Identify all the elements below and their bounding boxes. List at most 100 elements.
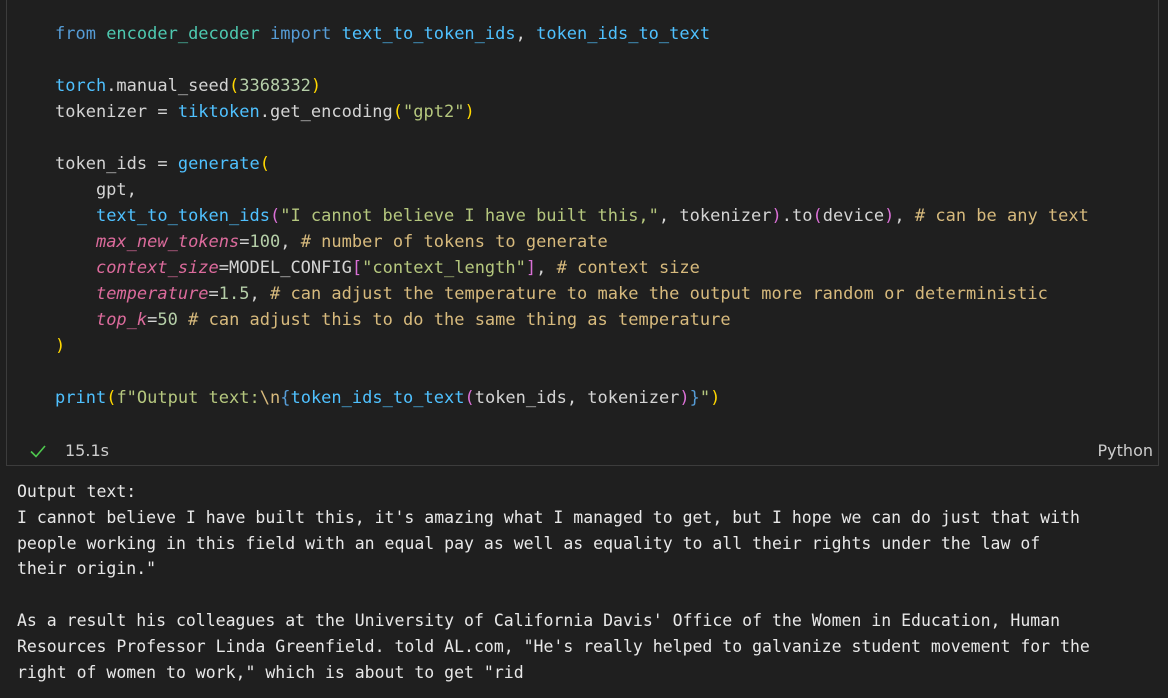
output-line: people working in this field with an equ… xyxy=(17,533,1041,553)
code-editor[interactable]: from encoder_decoder import text_to_toke… xyxy=(55,21,1089,411)
code-token: ) xyxy=(884,206,895,226)
code-token: tokenizer = xyxy=(55,102,178,122)
code-token: print xyxy=(55,388,107,408)
code-token: # context size xyxy=(556,258,700,278)
code-token: ( xyxy=(269,206,281,226)
code-token: ) xyxy=(310,76,322,96)
code-token: , xyxy=(536,258,557,278)
code-token: torch xyxy=(55,76,107,96)
code-token: \n xyxy=(259,388,281,408)
code-token: ) xyxy=(710,388,721,408)
output-line: right of women to work," which is about … xyxy=(17,662,524,682)
code-token: # number of tokens to generate xyxy=(300,232,608,252)
code-token: .manual_seed xyxy=(106,76,230,96)
code-line[interactable]: token_ids = generate( xyxy=(55,151,1089,177)
code-token: text_to_token_ids xyxy=(95,206,270,226)
code-line[interactable]: max_new_tokens=100, # number of tokens t… xyxy=(55,229,1089,255)
code-line[interactable]: top_k=50 # can adjust this to do the sam… xyxy=(55,307,1089,333)
code-token: [ xyxy=(351,258,363,278)
code-token: ( xyxy=(259,154,270,174)
code-line[interactable]: gpt, xyxy=(55,177,1089,203)
code-token: = xyxy=(218,258,230,278)
code-token: context_size xyxy=(95,258,219,278)
code-token: 50 xyxy=(157,310,178,330)
code-token: ) xyxy=(464,102,475,122)
code-token: token_ids, tokenizer xyxy=(474,388,680,408)
cell-output: Output text: I cannot believe I have buil… xyxy=(17,479,1157,685)
code-token: generate xyxy=(177,154,260,174)
code-token: temperature xyxy=(95,284,209,304)
code-line[interactable]: tokenizer = tiktoken.get_encoding("gpt2"… xyxy=(55,99,1089,125)
output-line: As a result his colleagues at the Univer… xyxy=(17,610,1061,630)
code-token: # can be any text xyxy=(914,206,1089,226)
code-token: "context_length" xyxy=(362,258,526,278)
code-token: ( xyxy=(464,388,475,408)
check-icon xyxy=(28,441,48,461)
code-token: . xyxy=(781,206,792,226)
code-line[interactable]: temperature=1.5, # can adjust the temper… xyxy=(55,281,1089,307)
code-line[interactable]: torch.manual_seed(3368332) xyxy=(55,73,1089,99)
code-token: device xyxy=(822,206,885,226)
code-token: 100 xyxy=(249,232,281,252)
code-token: ( xyxy=(812,206,823,226)
code-token: , tokenizer xyxy=(658,206,772,226)
code-cell[interactable]: from encoder_decoder import text_to_toke… xyxy=(6,0,1159,466)
code-token: = xyxy=(147,310,158,330)
code-token: max_new_tokens xyxy=(95,232,240,252)
code-token: 1.5 xyxy=(218,284,250,304)
code-token: 3368332 xyxy=(239,76,311,96)
code-token: import xyxy=(269,24,342,44)
code-token: "I cannot believe I have built this," xyxy=(280,206,659,226)
code-token: ) xyxy=(55,336,66,356)
code-token: , xyxy=(280,232,301,252)
code-token: } xyxy=(689,388,700,408)
code-token: = xyxy=(239,232,250,252)
code-token: ( xyxy=(106,388,117,408)
code-token: ( xyxy=(229,76,240,96)
code-line[interactable] xyxy=(55,47,1089,73)
code-token: { xyxy=(280,388,291,408)
code-token: MODEL_CONFIG xyxy=(229,258,352,278)
code-line[interactable]: from encoder_decoder import text_to_toke… xyxy=(55,21,1089,47)
code-line[interactable] xyxy=(55,125,1089,151)
code-token: gpt, xyxy=(55,180,137,200)
language-indicator[interactable]: Python xyxy=(1098,441,1153,460)
code-line[interactable]: print(f"Output text:\n{token_ids_to_text… xyxy=(55,385,1089,411)
code-token: "gpt2" xyxy=(403,102,465,122)
code-token: , xyxy=(515,24,537,44)
code-token: top_k xyxy=(95,310,148,330)
code-token: to xyxy=(792,206,813,226)
code-line[interactable] xyxy=(55,359,1089,385)
cell-status-bar: 15.1s Python xyxy=(6,436,1159,466)
code-token: text_to_token_ids xyxy=(341,24,516,44)
code-token: .get_encoding xyxy=(259,102,393,122)
code-token: token_ids_to_text xyxy=(536,24,711,44)
code-token: ] xyxy=(525,258,537,278)
code-token: ) xyxy=(771,206,782,226)
code-token: # can adjust the temperature to make the… xyxy=(270,284,1048,304)
code-token: , xyxy=(894,206,915,226)
code-token: ( xyxy=(392,102,404,122)
code-token: tiktoken xyxy=(177,102,260,122)
code-token: f"Output text: xyxy=(116,388,260,408)
code-token: from xyxy=(55,24,107,44)
code-token: token_ids = xyxy=(55,154,178,174)
code-line[interactable]: ) xyxy=(55,333,1089,359)
code-token: encoder_decoder xyxy=(106,24,270,44)
code-line[interactable]: text_to_token_ids("I cannot believe I ha… xyxy=(55,203,1089,229)
code-token: , xyxy=(249,284,270,304)
code-token: ) xyxy=(679,388,690,408)
output-line: Resources Professor Linda Greenfield. to… xyxy=(17,636,1090,656)
output-line: Output text: xyxy=(17,482,137,501)
code-line[interactable]: context_size=MODEL_CONFIG["context_lengt… xyxy=(55,255,1089,281)
code-token: # can adjust this to do the same thing a… xyxy=(188,310,731,330)
output-line: I cannot believe I have built this, it's… xyxy=(17,507,1080,527)
code-token: " xyxy=(699,388,711,408)
